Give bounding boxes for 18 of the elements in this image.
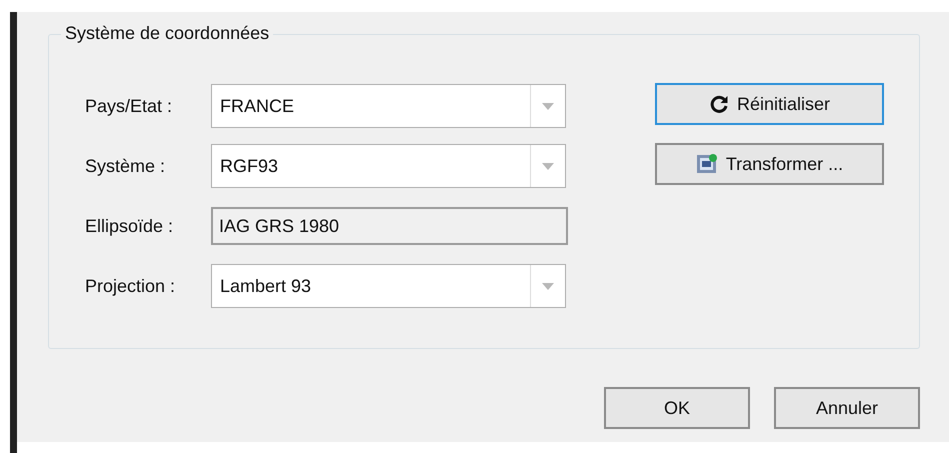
caret-icon [542,282,554,290]
ok-button[interactable]: OK [604,387,750,429]
read-only-field: IAG GRS 1980 [211,207,568,245]
field-label: Système : [85,156,166,176]
field-label: Ellipsoïde : [85,216,174,236]
caret-icon [542,102,554,110]
dropdown[interactable]: Lambert 93 [211,264,566,308]
map-frame-icon [696,153,718,175]
field-label: Pays/Etat : [85,96,174,116]
field-label: Projection : [85,276,176,296]
dropdown[interactable]: RGF93 [211,144,566,188]
group-title: Système de coordonnées [61,23,274,44]
cancel-button[interactable]: Annuler [774,387,920,429]
refresh-icon [708,94,729,114]
reset-button[interactable]: Réinitialiser [655,83,884,125]
caret-icon [542,162,554,170]
transform-button[interactable]: Transformer ... [655,143,884,185]
dropdown[interactable]: FRANCE [211,84,566,128]
